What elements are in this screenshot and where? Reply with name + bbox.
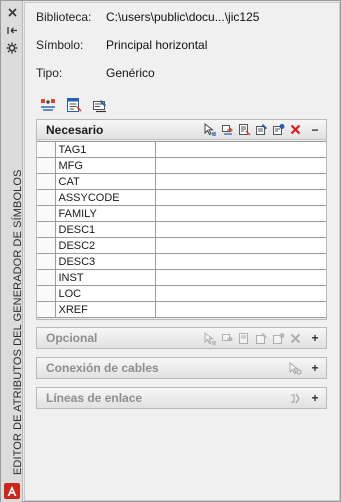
attribute-value-cell[interactable] xyxy=(154,285,326,302)
library-path: C:\users\public\docu...\jic125 xyxy=(106,10,260,24)
attribute-tag-cell[interactable]: CAT xyxy=(54,173,156,190)
table-row[interactable]: LOC xyxy=(37,285,326,302)
attribute-value-icon xyxy=(271,331,285,345)
attribute-tag-cell[interactable]: DESC2 xyxy=(54,237,156,254)
wire-connection-panel-title: Conexión de cables xyxy=(46,361,159,375)
type-row: Tipo: Genérico xyxy=(36,65,155,81)
attribute-value-cell[interactable] xyxy=(154,237,326,254)
expand-toggle[interactable]: + xyxy=(308,391,322,405)
attribute-value-cell[interactable] xyxy=(154,157,326,174)
row-header[interactable] xyxy=(37,237,56,254)
library-label: Biblioteca: xyxy=(36,10,92,24)
optional-panel-header[interactable]: Opcional + xyxy=(37,328,326,348)
attribute-value-cell[interactable] xyxy=(154,301,326,318)
attribute-tag-cell[interactable]: DESC1 xyxy=(54,221,156,238)
symbol-row: Símbolo: Principal horizontal xyxy=(36,37,207,53)
palette-vertical-title: EDITOR DE ATRIBUTOS DEL GENERADOR DE SÍM… xyxy=(4,170,24,475)
table-row[interactable]: DESC2 xyxy=(37,237,326,254)
attribute-tag-cell[interactable]: INST xyxy=(54,269,156,286)
wire-connection-panel: Conexión de cables + xyxy=(36,357,327,379)
add-wire-connection-icon xyxy=(288,361,302,375)
attribute-text-icon xyxy=(254,331,268,345)
attribute-toolbar xyxy=(39,96,109,114)
attribute-text-icon[interactable] xyxy=(254,123,268,137)
close-icon[interactable] xyxy=(5,5,19,19)
optional-panel: Opcional + xyxy=(36,327,327,349)
attribute-tag-cell[interactable]: ASSYCODE xyxy=(54,189,156,206)
row-header[interactable] xyxy=(37,141,56,158)
type-label: Tipo: xyxy=(36,66,63,80)
select-attribute-icon[interactable] xyxy=(203,123,217,137)
properties-gear-icon[interactable] xyxy=(5,41,19,55)
link-lines-panel-header[interactable]: Líneas de enlace + xyxy=(37,388,326,408)
attribute-table-icon[interactable] xyxy=(65,96,83,114)
attribute-edit-icon[interactable] xyxy=(91,96,109,114)
attribute-value-cell[interactable] xyxy=(154,173,326,190)
attribute-value-cell[interactable] xyxy=(154,189,326,206)
expand-toggle[interactable]: + xyxy=(308,331,322,345)
symbol-name: Principal horizontal xyxy=(106,38,208,52)
attribute-tag-cell[interactable]: FAMILY xyxy=(54,205,156,222)
required-panel: Necesario − TAG1 MFG CAT ASSYCODE FAMILY… xyxy=(36,119,327,320)
attribute-tag-cell[interactable]: MFG xyxy=(54,157,156,174)
library-row: Biblioteca: C:\users\public\docu...\jic1… xyxy=(36,9,259,25)
row-header[interactable] xyxy=(37,189,56,206)
collapse-toggle[interactable]: − xyxy=(308,123,322,137)
table-row[interactable]: CAT xyxy=(37,173,326,190)
row-header[interactable] xyxy=(37,285,56,302)
required-panel-title: Necesario xyxy=(46,122,104,137)
optional-panel-title: Opcional xyxy=(46,331,98,345)
table-row[interactable]: TAG1 xyxy=(37,141,326,158)
attribute-properties-icon[interactable] xyxy=(237,123,251,137)
attribute-value-cell[interactable] xyxy=(154,253,326,270)
delete-icon xyxy=(288,331,302,345)
select-attribute-icon xyxy=(203,331,217,345)
palette-title-text: EDITOR DE ATRIBUTOS DEL GENERADOR DE SÍM… xyxy=(12,169,24,475)
row-header[interactable] xyxy=(37,301,56,318)
table-row[interactable]: FAMILY xyxy=(37,205,326,222)
attribute-value-icon[interactable] xyxy=(271,123,285,137)
attributes-table: TAG1 MFG CAT ASSYCODE FAMILY DESC1 DESC2 DESC3 I… xyxy=(37,141,326,318)
attribute-value-cell[interactable] xyxy=(154,205,326,222)
symbol-label: Símbolo: xyxy=(36,38,84,52)
autocad-logo-icon[interactable] xyxy=(4,483,20,499)
attribute-tag-cell[interactable]: DESC3 xyxy=(54,253,156,270)
type-value: Genérico xyxy=(106,66,155,80)
row-header[interactable] xyxy=(37,253,56,270)
attribute-tag-cell[interactable]: LOC xyxy=(54,285,156,302)
delete-icon[interactable] xyxy=(288,123,302,137)
palette-window: EDITOR DE ATRIBUTOS DEL GENERADOR DE SÍM… xyxy=(0,0,341,502)
palette-titlebar[interactable]: EDITOR DE ATRIBUTOS DEL GENERADOR DE SÍM… xyxy=(1,1,24,502)
attribute-value-cell[interactable] xyxy=(154,269,326,286)
expand-toggle[interactable]: + xyxy=(308,361,322,375)
link-lines-panel-title: Líneas de enlace xyxy=(46,391,143,405)
attribute-tag-cell[interactable]: TAG1 xyxy=(54,141,156,158)
add-link-line-icon xyxy=(288,391,302,405)
row-header[interactable] xyxy=(37,173,56,190)
move-attribute-icon[interactable] xyxy=(220,123,234,137)
attribute-tag-cell[interactable]: XREF xyxy=(54,301,156,318)
table-row[interactable]: ASSYCODE xyxy=(37,189,326,206)
row-header[interactable] xyxy=(37,205,56,222)
table-row[interactable]: XREF xyxy=(37,301,326,318)
attribute-properties-icon xyxy=(237,331,251,345)
insert-attributes-icon[interactable] xyxy=(39,96,57,114)
row-header[interactable] xyxy=(37,269,56,286)
attribute-value-cell[interactable] xyxy=(154,221,326,238)
required-panel-header[interactable]: Necesario − xyxy=(37,120,326,140)
row-header[interactable] xyxy=(37,157,56,174)
auto-hide-icon[interactable] xyxy=(5,23,19,37)
table-row[interactable]: MFG xyxy=(37,157,326,174)
table-row[interactable]: INST xyxy=(37,269,326,286)
table-row[interactable]: DESC1 xyxy=(37,221,326,238)
attribute-value-cell[interactable] xyxy=(154,141,326,158)
row-header[interactable] xyxy=(37,221,56,238)
table-row[interactable]: DESC3 xyxy=(37,253,326,270)
palette-content: Biblioteca: C:\users\public\docu...\jic1… xyxy=(24,2,340,501)
move-attribute-icon xyxy=(220,331,234,345)
link-lines-panel: Líneas de enlace + xyxy=(36,387,327,409)
wire-connection-panel-header[interactable]: Conexión de cables + xyxy=(37,358,326,378)
